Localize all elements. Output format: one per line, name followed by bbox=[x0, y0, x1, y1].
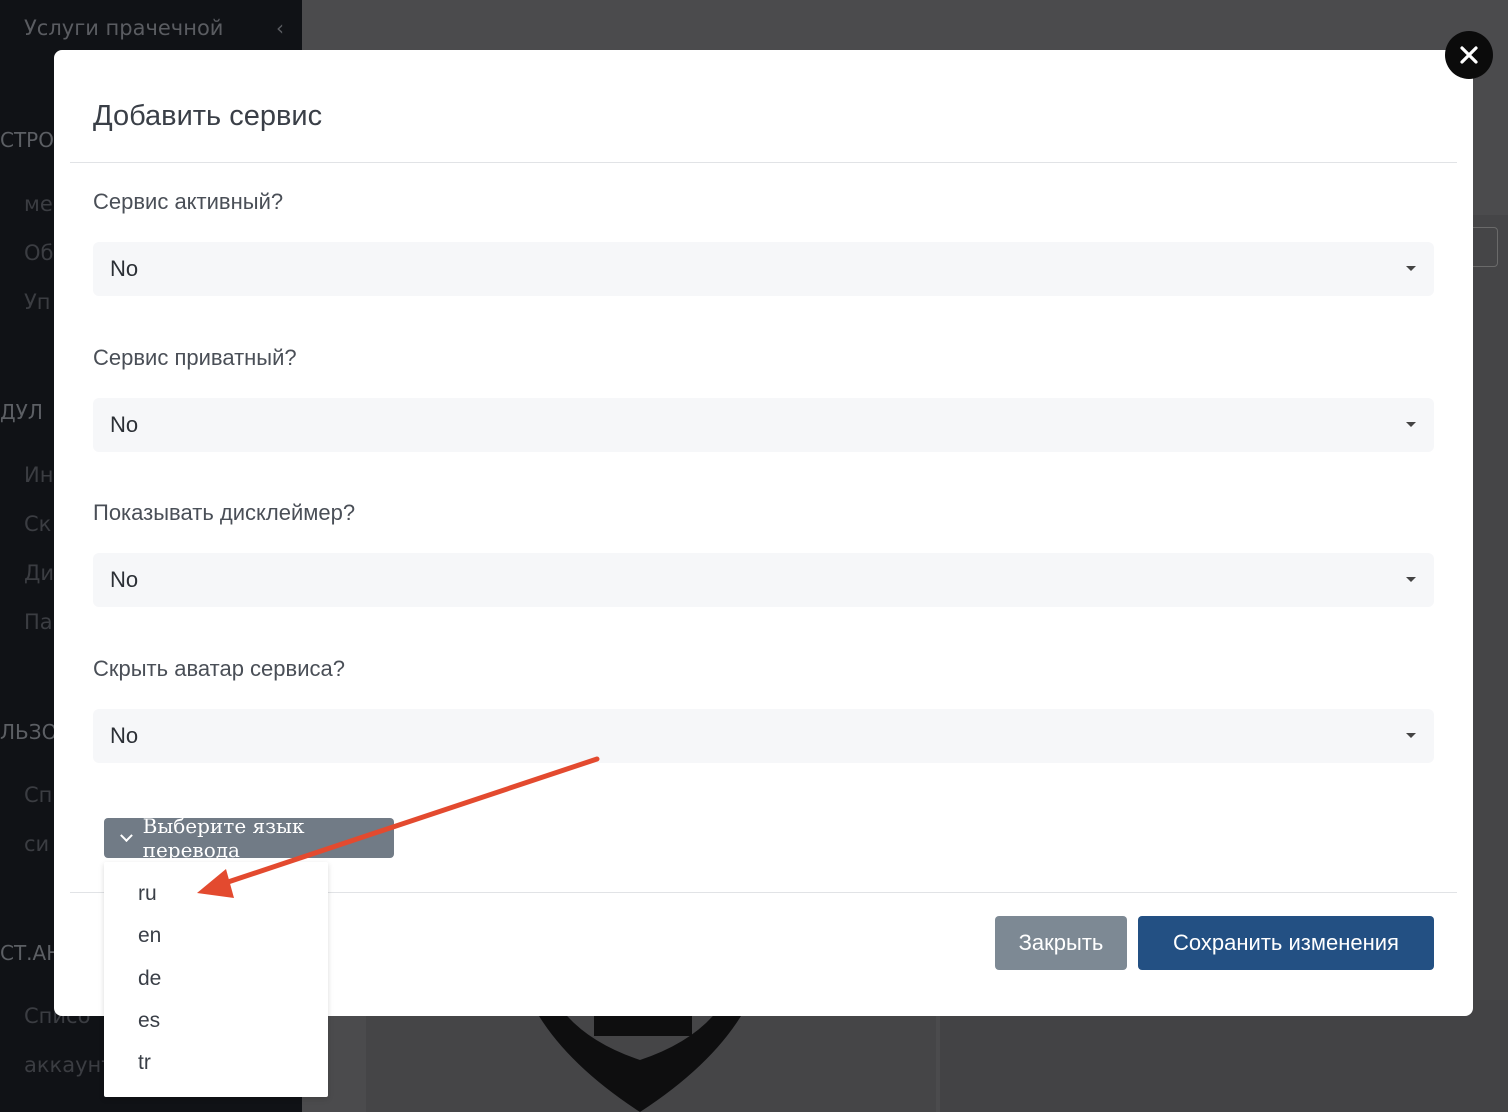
select-value: No bbox=[110, 723, 139, 748]
field-label-hide-avatar: Скрыть аватар сервиса? bbox=[93, 656, 345, 681]
language-option-de[interactable]: de bbox=[138, 967, 161, 991]
sidebar-item-fragment: Ин bbox=[24, 463, 54, 487]
sidebar-item-fragment: Сп bbox=[24, 783, 53, 807]
caret-down-icon bbox=[1406, 733, 1416, 738]
language-option-ru[interactable]: ru bbox=[138, 882, 157, 906]
sidebar-section-fragment: ЛЬЗО bbox=[0, 720, 58, 744]
select-hide-avatar[interactable]: No bbox=[93, 709, 1434, 763]
select-value: No bbox=[110, 567, 139, 592]
select-value: No bbox=[110, 412, 139, 437]
language-dropdown-menu: ru en de es tr bbox=[104, 862, 328, 1097]
save-changes-button[interactable]: Сохранить изменения bbox=[1138, 916, 1434, 970]
sidebar-item-fragment: Ди bbox=[24, 561, 55, 585]
close-icon bbox=[1460, 46, 1478, 64]
sidebar-item-fragment: аккаунт bbox=[24, 1053, 114, 1077]
divider bbox=[70, 162, 1457, 163]
language-option-en[interactable]: en bbox=[138, 924, 161, 948]
modal-title: Добавить сервис bbox=[93, 100, 323, 132]
select-value: No bbox=[110, 256, 139, 281]
modal-close-button[interactable] bbox=[1445, 31, 1493, 79]
field-label-disclaimer: Показывать дисклеймер? bbox=[93, 500, 356, 525]
chevron-left-icon: ‹ bbox=[276, 16, 284, 40]
close-button[interactable]: Закрыть bbox=[995, 916, 1127, 970]
select-service-private[interactable]: No bbox=[93, 398, 1434, 452]
caret-down-icon bbox=[1406, 266, 1416, 271]
sidebar-item-fragment: Об bbox=[24, 241, 54, 265]
map-pin-icon bbox=[530, 1000, 750, 1112]
sidebar-item-fragment: Па bbox=[24, 610, 53, 634]
background-card bbox=[940, 1000, 1508, 1112]
select-service-active[interactable]: No bbox=[93, 242, 1434, 296]
field-label-private: Сервис приватный? bbox=[93, 345, 297, 370]
sidebar-item-laundry: Услуги прачечной bbox=[24, 16, 224, 40]
translation-language-button[interactable]: Выберите язык перевода bbox=[104, 814, 394, 862]
caret-down-icon bbox=[1406, 577, 1416, 582]
sidebar-item-fragment: Уп bbox=[24, 290, 51, 314]
select-show-disclaimer[interactable]: No bbox=[93, 553, 1434, 607]
sidebar-item-fragment: Ск bbox=[24, 512, 52, 536]
sidebar-item-fragment: си bbox=[24, 832, 50, 856]
sidebar-section-fragment: СТ.АН bbox=[0, 941, 62, 965]
translation-language-label: Выберите язык перевода bbox=[142, 814, 305, 862]
language-option-es[interactable]: es bbox=[138, 1009, 160, 1033]
language-option-tr[interactable]: tr bbox=[138, 1051, 151, 1075]
caret-down-icon bbox=[1406, 422, 1416, 427]
sidebar-item-fragment: ме bbox=[24, 192, 53, 216]
sidebar-section-fragment: ДУЛ bbox=[0, 400, 43, 424]
field-label-active: Сервис активный? bbox=[93, 189, 284, 214]
chevron-down-icon bbox=[120, 828, 133, 842]
sidebar-section-fragment: СТРО bbox=[0, 128, 54, 152]
